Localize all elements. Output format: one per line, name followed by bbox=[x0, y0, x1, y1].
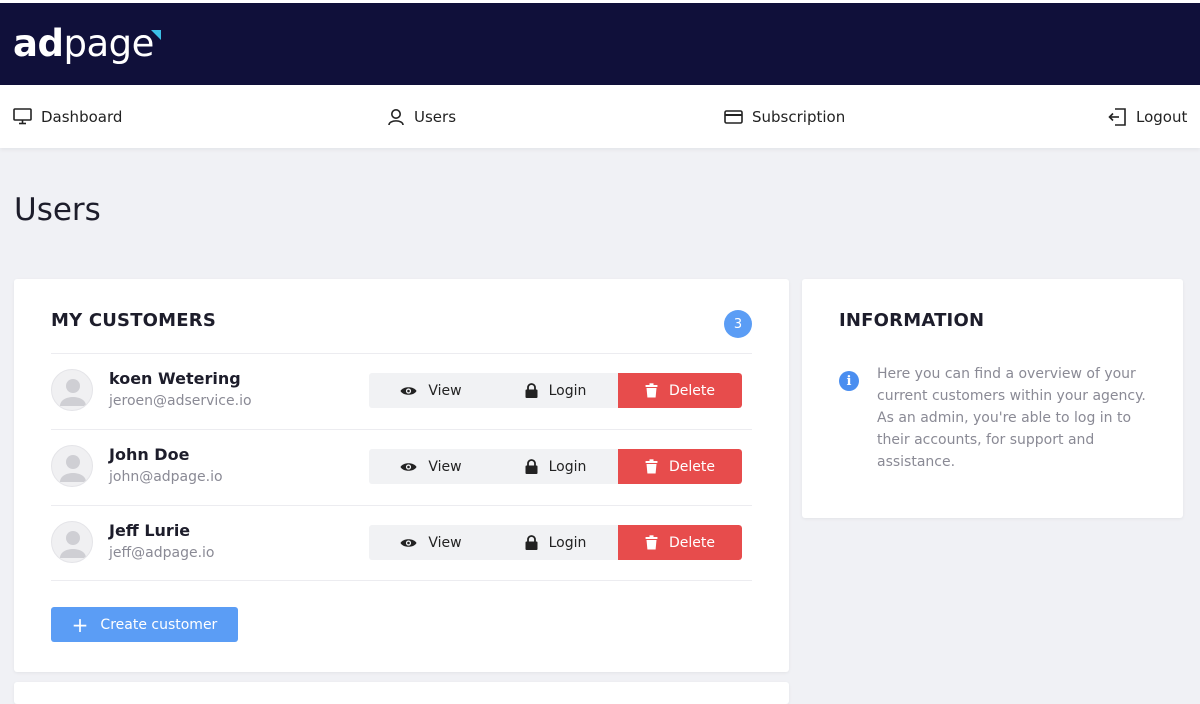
lock-icon bbox=[525, 383, 538, 398]
adpage-logo[interactable]: adpage bbox=[13, 23, 154, 65]
trash-icon bbox=[645, 383, 658, 398]
customer-email: jeff@adpage.io bbox=[109, 545, 215, 561]
logo-bold-text: ad bbox=[13, 22, 64, 65]
customer-name: Jeff Lurie bbox=[109, 521, 191, 540]
logo-light-text: page bbox=[63, 22, 154, 65]
customer-name: John Doe bbox=[109, 445, 190, 464]
logout-icon bbox=[1108, 107, 1126, 126]
eye-icon bbox=[400, 538, 417, 547]
delete-button[interactable]: Delete bbox=[618, 373, 742, 408]
customer-actions: View Login Delete bbox=[369, 525, 742, 560]
view-button-label: View bbox=[428, 534, 462, 551]
view-button[interactable]: View bbox=[369, 525, 493, 560]
secondary-card bbox=[14, 682, 789, 704]
view-button-label: View bbox=[428, 382, 462, 399]
delete-button-label: Delete bbox=[669, 534, 715, 551]
information-card-title: INFORMATION bbox=[839, 310, 985, 331]
nav-dashboard-label: Dashboard bbox=[41, 107, 123, 126]
plus-icon: + bbox=[71, 612, 89, 637]
login-button-label: Login bbox=[548, 534, 587, 551]
information-text: Here you can find a overview of your cur… bbox=[877, 366, 1146, 470]
app-header: adpage bbox=[0, 0, 1200, 85]
main-nav: Dashboard Users Subscription Logout bbox=[0, 85, 1200, 148]
trash-icon bbox=[645, 535, 658, 550]
avatar bbox=[51, 369, 93, 411]
credit-card-icon bbox=[724, 109, 743, 124]
nav-users[interactable]: Users bbox=[387, 85, 456, 148]
nav-logout-label: Logout bbox=[1136, 107, 1188, 126]
delete-button-label: Delete bbox=[669, 382, 715, 399]
login-button[interactable]: Login bbox=[493, 373, 618, 408]
login-button-label: Login bbox=[548, 382, 587, 399]
customer-email: john@adpage.io bbox=[109, 469, 223, 485]
customer-row: Jeff Lurie jeff@adpage.io View Login Del… bbox=[51, 505, 752, 581]
customer-row: koen Wetering jeroen@adservice.io View L… bbox=[51, 353, 752, 429]
login-button-label: Login bbox=[548, 458, 587, 475]
information-card: INFORMATION i Here you can find a overvi… bbox=[802, 279, 1183, 518]
eye-icon bbox=[400, 386, 417, 395]
nav-users-label: Users bbox=[414, 107, 457, 126]
eye-icon bbox=[400, 462, 417, 471]
delete-button-label: Delete bbox=[669, 458, 715, 475]
avatar-placeholder-icon bbox=[60, 531, 86, 558]
customers-card-title: MY CUSTOMERS bbox=[51, 310, 217, 331]
page-title: Users bbox=[14, 192, 101, 228]
user-icon bbox=[388, 108, 404, 125]
view-button[interactable]: View bbox=[369, 373, 493, 408]
delete-button[interactable]: Delete bbox=[618, 449, 742, 484]
customer-row: John Doe john@adpage.io View Login Delet… bbox=[51, 429, 752, 505]
avatar-placeholder-icon bbox=[60, 455, 86, 482]
nav-dashboard[interactable]: Dashboard bbox=[13, 85, 122, 148]
avatar bbox=[51, 521, 93, 563]
view-button[interactable]: View bbox=[369, 449, 493, 484]
trash-icon bbox=[645, 459, 658, 474]
customer-email: jeroen@adservice.io bbox=[109, 393, 252, 409]
nav-logout[interactable]: Logout bbox=[1108, 85, 1187, 148]
avatar bbox=[51, 445, 93, 487]
customers-card: MY CUSTOMERS 3 koen Wetering jeroen@adse… bbox=[14, 279, 789, 672]
customer-actions: View Login Delete bbox=[369, 449, 742, 484]
divider bbox=[51, 580, 752, 581]
customer-name: koen Wetering bbox=[109, 369, 241, 388]
logo-mark-icon bbox=[151, 30, 161, 40]
lock-icon bbox=[525, 535, 538, 550]
nav-subscription[interactable]: Subscription bbox=[724, 85, 845, 148]
login-button[interactable]: Login bbox=[493, 525, 618, 560]
delete-button[interactable]: Delete bbox=[618, 525, 742, 560]
nav-subscription-label: Subscription bbox=[752, 107, 846, 126]
create-customer-label: Create customer bbox=[100, 616, 218, 633]
login-button[interactable]: Login bbox=[493, 449, 618, 484]
view-button-label: View bbox=[428, 458, 462, 475]
info-icon: i bbox=[839, 371, 859, 391]
lock-icon bbox=[525, 459, 538, 474]
monitor-icon bbox=[13, 108, 32, 125]
customer-count-badge: 3 bbox=[724, 310, 752, 338]
avatar-placeholder-icon bbox=[60, 379, 86, 406]
create-customer-button[interactable]: + Create customer bbox=[51, 607, 238, 642]
customer-actions: View Login Delete bbox=[369, 373, 742, 408]
